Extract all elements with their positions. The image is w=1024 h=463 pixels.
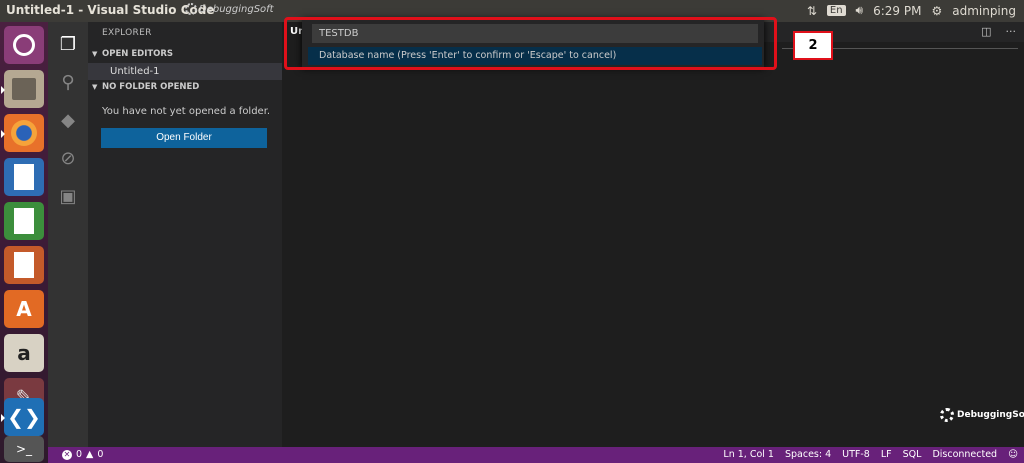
window-title: Untitled-1 - Visual Studio Code	[6, 3, 215, 17]
ubuntu-dash-icon[interactable]	[4, 26, 44, 64]
amazon-icon[interactable]: a	[4, 334, 44, 372]
network-icon[interactable]: ⇅	[807, 4, 817, 18]
problems-indicator[interactable]: ✕ 0 ▲ 0	[62, 449, 103, 460]
error-icon: ✕	[62, 449, 72, 460]
software-center-icon[interactable]: A	[4, 290, 44, 328]
status-bar: ✕ 0 ▲ 0 Ln 1, Col 1 Spaces: 4 UTF-8 LF S…	[48, 447, 1024, 463]
search-icon[interactable]: ⚲	[56, 70, 80, 94]
settings-gear-icon[interactable]: ⚙	[931, 4, 942, 18]
vscode-icon[interactable]: ❮❯	[1, 398, 44, 436]
editor-actions: ◫ ···	[981, 25, 1016, 38]
status-right: Ln 1, Col 1 Spaces: 4 UTF-8 LF SQL Disco…	[723, 449, 1018, 460]
terminal-icon[interactable]: >_	[4, 436, 44, 462]
feedback-smiley-icon[interactable]: ☺	[1008, 449, 1018, 460]
cursor-position[interactable]: Ln 1, Col 1	[723, 449, 774, 460]
corner-watermark: DebuggingSoft	[940, 408, 1024, 422]
error-count: 0	[76, 449, 83, 460]
calc-icon[interactable]	[4, 202, 44, 240]
chevron-down-icon: ▼	[92, 50, 98, 58]
gear-icon	[185, 3, 197, 15]
launcher-bar: A a ✎ ❮❯ >_	[0, 22, 48, 463]
line-ending[interactable]: LF	[881, 449, 892, 460]
split-editor-icon[interactable]: ◫	[981, 25, 991, 38]
connection-status[interactable]: Disconnected	[932, 449, 997, 460]
language-mode[interactable]: SQL	[903, 449, 922, 460]
writer-icon[interactable]	[4, 158, 44, 196]
no-folder-section[interactable]: ▼ NO FOLDER OPENED	[88, 79, 282, 96]
chevron-down-icon: ▼	[92, 83, 98, 91]
files-icon[interactable]	[1, 70, 44, 108]
impress-icon[interactable]	[4, 246, 44, 284]
keyboard-layout-indicator[interactable]: En	[826, 5, 846, 16]
encoding[interactable]: UTF-8	[842, 449, 870, 460]
open-editors-label: OPEN EDITORS	[102, 49, 174, 59]
volume-icon[interactable]: 🔊︎	[856, 3, 864, 18]
warning-icon: ▲	[86, 449, 94, 460]
user-name[interactable]: adminping	[952, 4, 1016, 18]
git-icon[interactable]: ◆	[56, 108, 80, 132]
gear-icon	[940, 408, 954, 422]
activity-bar: ❐ ⚲ ◆ ⊘ ▣	[48, 22, 88, 447]
system-tray: ⇅ En 🔊︎ 6:29 PM ⚙ adminping	[807, 3, 1016, 18]
open-folder-button[interactable]: Open Folder	[101, 128, 267, 148]
annotation-highlight	[284, 17, 777, 70]
watermark-logo: DebuggingSoft	[185, 3, 274, 15]
indentation[interactable]: Spaces: 4	[785, 449, 831, 460]
editor-area[interactable]: Untitl ◫ ···	[282, 22, 1024, 447]
explorer-sidebar: EXPLORER ▼ OPEN EDITORS Untitled-1 ▼ NO FO…	[88, 22, 282, 447]
no-folder-label: NO FOLDER OPENED	[102, 82, 200, 92]
explorer-icon[interactable]: ❐	[56, 32, 80, 56]
warning-count: 0	[97, 449, 104, 460]
annotation-step-badge: 2	[793, 31, 833, 60]
open-editors-section[interactable]: ▼ OPEN EDITORS	[88, 46, 282, 63]
clock[interactable]: 6:29 PM	[873, 4, 921, 18]
no-folder-message: You have not yet opened a folder.	[102, 106, 271, 117]
corner-watermark-text: DebuggingSoft	[957, 410, 1024, 420]
firefox-icon[interactable]	[1, 114, 44, 152]
extensions-icon[interactable]: ▣	[56, 184, 80, 208]
open-editor-item[interactable]: Untitled-1	[88, 63, 282, 80]
sidebar-header: EXPLORER	[102, 28, 152, 38]
more-actions-icon[interactable]: ···	[1006, 25, 1017, 38]
watermark-text: DebuggingSoft	[199, 3, 274, 15]
debug-icon[interactable]: ⊘	[56, 146, 80, 170]
